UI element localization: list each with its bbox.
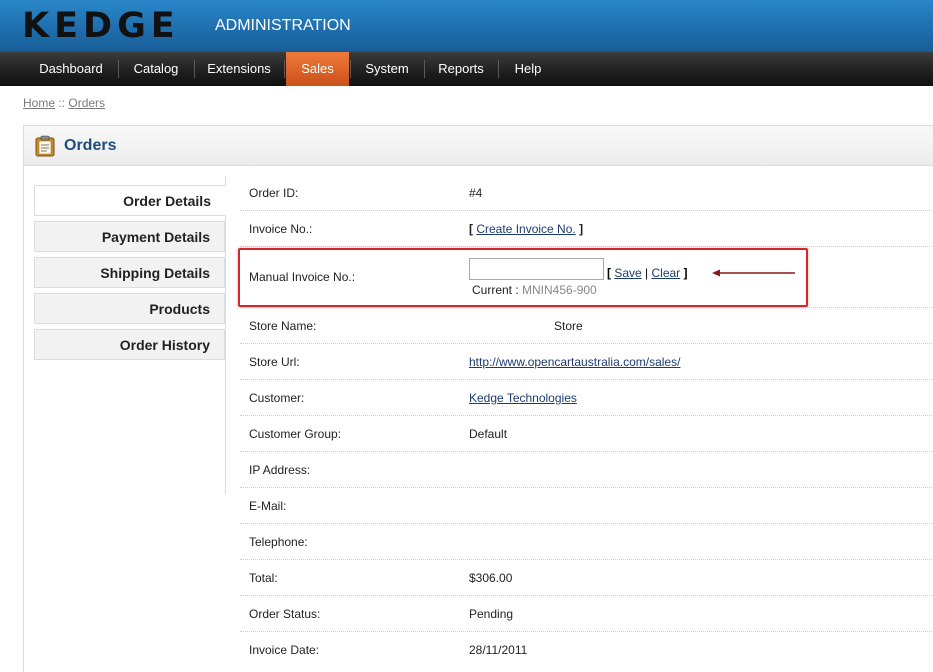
row-store-url: Store Url: http://www.opencartaustralia.… [240,344,933,380]
order-id-label: Order ID: [249,186,299,200]
order-status-value: Pending [469,607,514,621]
current-value: MNIN456-900 [522,283,597,297]
row-order-status: Order Status: Pending [240,596,933,632]
menu-item-dashboard[interactable]: Dashboard [26,52,116,86]
current-invoice: Current : MNIN456-900 [472,283,597,297]
customer-group-label: Customer Group: [249,427,342,441]
row-order-id: Order ID: #4 [240,175,933,211]
customer-group-value: Default [469,427,508,441]
save-clear-links: [ Save | Clear ] [607,266,688,280]
menu-divider [284,60,285,78]
clear-link[interactable]: Clear [652,266,681,280]
total-value: $306.00 [469,571,513,585]
bracket-close: ] [680,266,688,280]
page-title: Orders [64,137,117,154]
telephone-label: Telephone: [249,535,308,549]
row-store-name: Store Name: Store [240,308,933,344]
row-invoice-date: Invoice Date: 28/11/2011 [240,632,933,672]
customer-label: Customer: [249,391,305,405]
kedge-logo[interactable]: KEDGE [22,6,180,46]
menu-item-sales[interactable]: Sales [286,52,349,86]
tab-order-details[interactable]: Order Details [34,185,226,216]
tab-payment-details[interactable]: Payment Details [34,221,225,252]
store-url-link[interactable]: http://www.opencartaustralia.com/sales/ [469,355,680,369]
box-heading: Orders [24,126,933,166]
row-ip-address: IP Address: [240,452,933,488]
menu-divider [350,60,351,78]
menu-divider [194,60,195,78]
invoice-date-value: 28/11/2011 [469,643,528,657]
menu-item-reports[interactable]: Reports [426,52,496,86]
row-customer: Customer: Kedge Technologies [240,380,933,416]
create-invoice-link[interactable]: Create Invoice No. [476,222,575,236]
tab-shipping-details[interactable]: Shipping Details [34,257,225,288]
menu-divider [424,60,425,78]
row-telephone: Telephone: [240,524,933,560]
email-label: E-Mail: [249,499,287,513]
menu-item-extensions[interactable]: Extensions [196,52,282,86]
store-url-cell: http://www.opencartaustralia.com/sales/ [469,355,680,369]
breadcrumb-orders-link[interactable]: Orders [68,96,105,110]
tab-products[interactable]: Products [34,293,225,324]
breadcrumb-separator: :: [55,96,69,110]
total-label: Total: [249,571,278,585]
row-total: Total: $306.00 [240,560,933,596]
customer-link[interactable]: Kedge Technologies [469,391,577,405]
clipboard-icon [35,135,55,157]
breadcrumb: Home :: Orders [23,96,105,110]
menu-divider [498,60,499,78]
arrow-left-icon [712,269,795,277]
breadcrumb-home-link[interactable]: Home [23,96,55,110]
row-invoice-no: Invoice No.: [ Create Invoice No. ] [240,211,933,247]
invoice-date-label: Invoice Date: [249,643,320,657]
header-bar: KEDGE ADMINISTRATION [0,0,933,51]
order-status-label: Order Status: [249,607,321,621]
order-id-value: #4 [469,186,483,200]
pipe-separator: | [641,266,652,280]
store-name-value: Store [554,319,583,333]
row-customer-group: Customer Group: Default [240,416,933,452]
menu-item-system[interactable]: System [352,52,422,86]
invoice-no-label: Invoice No.: [249,222,313,236]
customer-cell: Kedge Technologies [469,391,577,405]
bracket-close: ] [575,222,584,236]
main-menu: Dashboard Catalog Extensions Sales Syste… [0,51,933,86]
row-email: E-Mail: [240,488,933,524]
menu-item-help[interactable]: Help [500,52,556,86]
ip-address-label: IP Address: [249,463,311,477]
tab-order-history[interactable]: Order History [34,329,225,360]
order-tabs: Order Details Payment Details Shipping D… [34,176,226,494]
save-link[interactable]: Save [614,266,641,280]
store-url-label: Store Url: [249,355,300,369]
invoice-no-value: [ Create Invoice No. ] [469,222,583,236]
menu-divider [118,60,119,78]
menu-item-catalog[interactable]: Catalog [120,52,192,86]
manual-invoice-input[interactable] [469,258,604,280]
store-name-label: Store Name: [249,319,317,333]
current-label: Current : [472,283,523,297]
header-subtitle: ADMINISTRATION [215,17,351,34]
